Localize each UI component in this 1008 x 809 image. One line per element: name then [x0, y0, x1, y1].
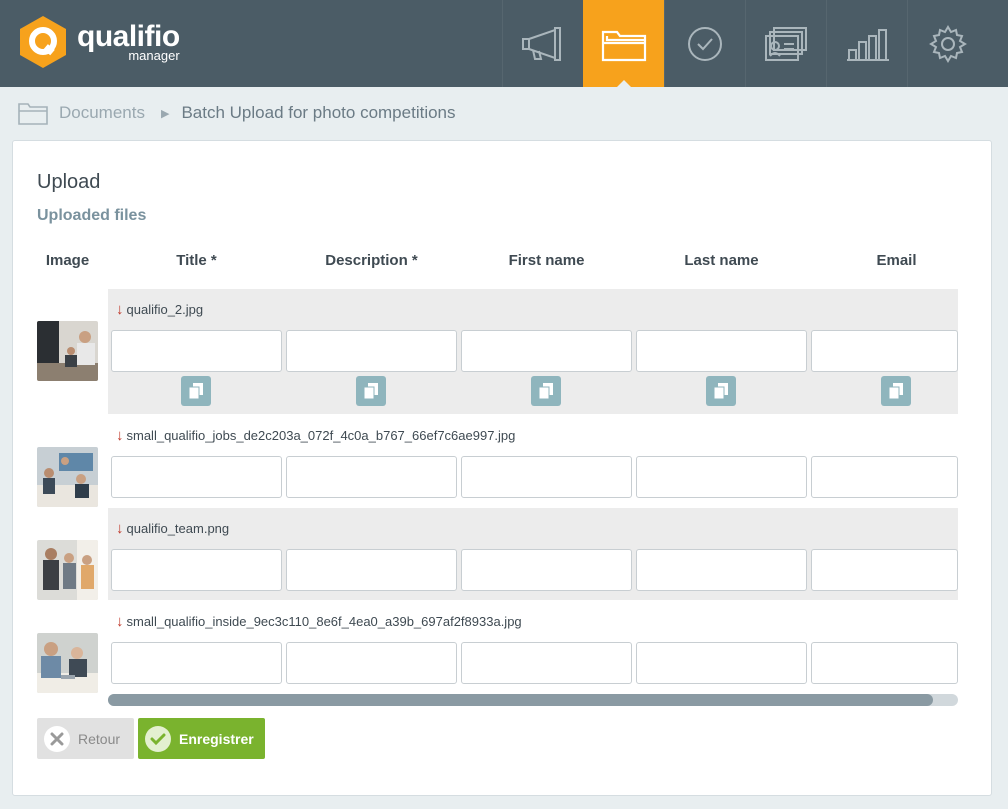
column-header-image: Image	[45, 252, 90, 269]
file-name: ↓ small_qualifio_inside_9ec3c110_8e6f_4ea…	[116, 613, 522, 630]
nav-statistics[interactable]	[826, 0, 907, 87]
copy-icon	[363, 383, 378, 400]
description-input[interactable]	[286, 330, 457, 372]
breadcrumb-documents-link[interactable]: Documents	[59, 103, 145, 123]
top-bar: qualifio manager	[0, 0, 1008, 88]
nav-contacts[interactable]	[745, 0, 826, 87]
copy-icon	[713, 383, 728, 400]
checkmark-icon	[145, 725, 171, 752]
close-icon	[44, 725, 70, 752]
first-name-input[interactable]	[461, 456, 632, 498]
email-input[interactable]	[811, 456, 958, 498]
copy-icon	[538, 383, 553, 400]
image-thumbnail	[37, 540, 98, 600]
copy-email-to-all-button[interactable]	[881, 376, 911, 406]
title-input[interactable]	[111, 456, 282, 498]
bar-chart-icon	[847, 28, 889, 61]
nav-documents[interactable]	[583, 0, 664, 88]
column-header-email: Email	[876, 252, 917, 269]
nav-settings[interactable]	[907, 0, 988, 87]
copy-icon	[888, 383, 903, 400]
breadcrumb: Documents ▶ Batch Upload for photo compe…	[17, 98, 456, 128]
download-arrow-icon[interactable]: ↓	[116, 427, 124, 444]
first-name-input[interactable]	[461, 330, 632, 372]
copy-title-to-all-button[interactable]	[181, 376, 211, 406]
qualifio-logo[interactable]: qualifio manager	[17, 14, 180, 70]
panel-title: Upload	[37, 171, 101, 193]
title-input[interactable]	[111, 330, 282, 372]
description-input[interactable]	[286, 549, 457, 591]
back-button[interactable]: Retour	[37, 718, 134, 759]
email-input[interactable]	[811, 330, 958, 372]
file-name: ↓ qualifio_2.jpg	[116, 301, 204, 318]
save-button-label: Enregistrer	[179, 730, 254, 747]
download-arrow-icon[interactable]: ↓	[116, 613, 124, 630]
breadcrumb-separator-icon: ▶	[160, 107, 170, 120]
logo-mark	[17, 14, 69, 70]
save-button[interactable]: Enregistrer	[138, 718, 265, 759]
image-thumbnail	[37, 447, 98, 507]
description-input[interactable]	[286, 456, 457, 498]
back-button-label: Retour	[78, 730, 121, 747]
last-name-input[interactable]	[636, 549, 807, 591]
copy-last-name-to-all-button[interactable]	[706, 376, 736, 406]
file-name: ↓ qualifio_team.png	[116, 520, 230, 537]
copy-description-to-all-button[interactable]	[356, 376, 386, 406]
folder-icon	[601, 30, 647, 61]
checkmark-circle-icon	[688, 26, 722, 61]
first-name-input[interactable]	[461, 642, 632, 684]
title-input[interactable]	[111, 642, 282, 684]
upload-panel: Upload Uploaded files Image Title * Desc…	[12, 140, 992, 796]
file-name: ↓ small_qualifio_jobs_de2c203a_072f_4c0a_…	[116, 427, 516, 444]
gear-icon	[929, 24, 967, 63]
email-input[interactable]	[811, 642, 958, 684]
description-input[interactable]	[286, 642, 457, 684]
column-header-description: Description *	[325, 252, 418, 269]
email-input[interactable]	[811, 549, 958, 591]
column-header-title: Title *	[176, 252, 217, 269]
section-title: Uploaded files	[37, 207, 147, 224]
last-name-input[interactable]	[636, 456, 807, 498]
copy-first-name-to-all-button[interactable]	[531, 376, 561, 406]
main-navigation	[502, 0, 988, 88]
last-name-input[interactable]	[636, 330, 807, 372]
contact-cards-icon	[765, 26, 807, 61]
column-header-last-name: Last name	[684, 252, 759, 269]
first-name-input[interactable]	[461, 549, 632, 591]
title-input[interactable]	[111, 549, 282, 591]
folder-icon	[18, 103, 48, 125]
column-header-first-name: First name	[508, 252, 585, 269]
nav-campaigns[interactable]	[502, 0, 583, 87]
download-arrow-icon[interactable]: ↓	[116, 520, 124, 537]
scrollbar-thumb[interactable]	[108, 694, 933, 706]
breadcrumb-current-page: Batch Upload for photo competitions	[181, 103, 456, 122]
nav-validation[interactable]	[664, 0, 745, 87]
copy-icon	[188, 383, 203, 400]
download-arrow-icon[interactable]: ↓	[116, 301, 124, 318]
megaphone-icon	[522, 26, 561, 61]
image-thumbnail	[37, 633, 98, 693]
image-thumbnail	[37, 321, 98, 381]
horizontal-scrollbar[interactable]	[108, 694, 958, 706]
last-name-input[interactable]	[636, 642, 807, 684]
